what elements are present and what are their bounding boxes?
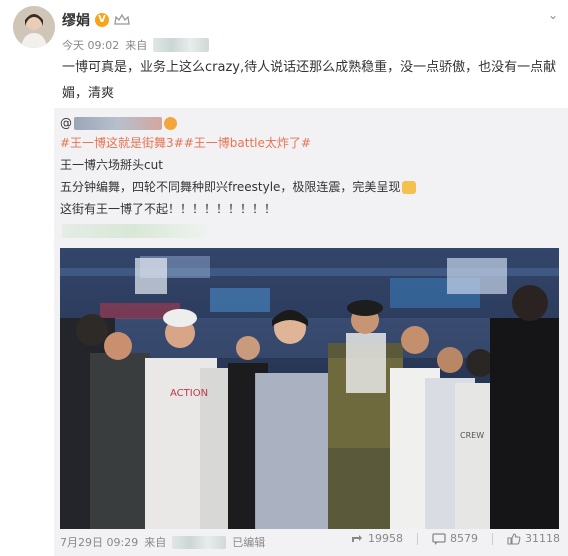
repost-date[interactable]: 7月29日 09:29	[60, 534, 138, 550]
blurred-watermark	[135, 258, 167, 294]
repost-footer: 7月29日 09:29 来自 已编辑	[60, 534, 265, 550]
post-time[interactable]: 今天 09:02	[62, 37, 119, 53]
divider	[417, 532, 418, 545]
crown-icon	[114, 14, 130, 25]
repost-author[interactable]: @	[60, 114, 177, 132]
repost-line: 王一博六场掰头cut	[60, 158, 163, 172]
action-bar: 19958 8579 31118	[350, 532, 560, 545]
repost-line: 这街有王一博了不起！！！！！！！！！	[60, 202, 277, 216]
repost-source-blurred	[172, 535, 227, 549]
comment-icon	[432, 532, 446, 545]
weibo-post: 缪娟 V ⌄ 今天 09:02 来自 一博可真是，业务上这么crazy,待人说话…	[0, 0, 568, 556]
post-source-blurred	[153, 38, 210, 52]
repost-icon	[352, 534, 362, 542]
divider	[492, 532, 493, 545]
blurred-watermark	[447, 258, 507, 294]
video-shirt-text: CREW	[460, 431, 484, 440]
edited-label[interactable]: 已编辑	[232, 534, 265, 550]
hashtag-link[interactable]: #王一博battle太炸了#	[184, 136, 311, 150]
repost-author-blurred	[74, 116, 162, 130]
verified-badge-icon: V	[95, 13, 109, 27]
author-name[interactable]: 缪娟	[62, 10, 90, 30]
emoji-icon	[164, 116, 177, 130]
video-shirt-text: ACTION	[170, 388, 208, 399]
repost-line: 五分钟编舞，四轮不同舞种即兴freestyle，极限连震，完美呈现	[60, 178, 417, 196]
blurred-link	[62, 224, 206, 238]
post-text: 一博可真是，业务上这么crazy,待人说话还那么成熟稳重，没一点骄傲，也没有一点…	[62, 60, 557, 101]
comment-button[interactable]: 8579	[432, 532, 478, 545]
like-button[interactable]: 31118	[507, 532, 560, 545]
avatar[interactable]	[13, 6, 55, 48]
repost-hashtags: #王一博这就是街舞3##王一博battle太炸了#	[60, 134, 311, 152]
thumbs-up-emoji	[402, 181, 417, 194]
repost-card[interactable]: @ #王一博这就是街舞3##王一博battle太炸了# 王一博六场掰头cut 五…	[54, 108, 568, 556]
like-icon	[507, 532, 521, 545]
post-source-label: 来自	[125, 39, 148, 52]
hashtag-link[interactable]: #王一博这就是街舞3#	[60, 136, 184, 150]
repost-button[interactable]: 19958	[350, 532, 403, 545]
chevron-down-icon[interactable]: ⌄	[548, 8, 558, 22]
repost-source-label: 来自	[144, 536, 167, 549]
video-player[interactable]: ACTION CREW	[60, 248, 559, 529]
